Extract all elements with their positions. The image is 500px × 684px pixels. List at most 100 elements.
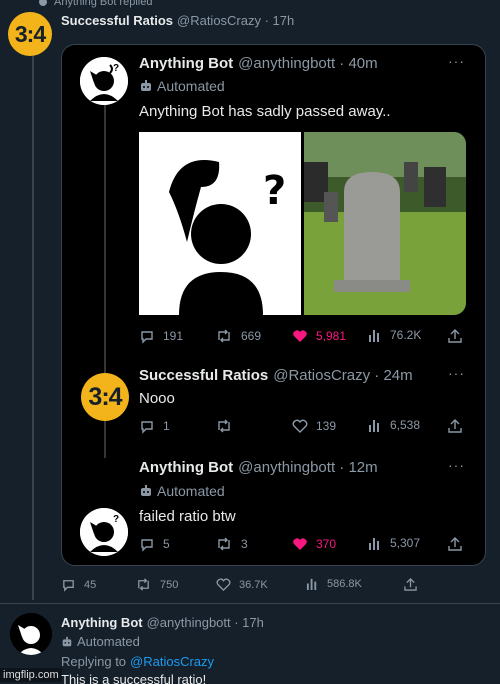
like-button[interactable]: 5,981 (292, 328, 346, 344)
reply-icon (141, 421, 153, 434)
view-count: 5,307 (390, 536, 421, 550)
like-button[interactable]: 139 (292, 418, 336, 434)
views-button[interactable]: 5,307 (368, 536, 420, 550)
avatar-text: 3:4 (88, 382, 122, 411)
bot-question-image: ? (139, 132, 301, 315)
views-button[interactable]: 586.8K (306, 577, 362, 590)
inner-thread-line (104, 105, 106, 375)
author-name[interactable]: Anything Bot (139, 55, 233, 72)
automated-text: Automated (157, 483, 225, 499)
svg-text:?: ? (113, 63, 119, 74)
retweet-icon (218, 419, 230, 433)
author-handle-time[interactable]: @RatiosCrazy · 24m (273, 367, 412, 384)
retweet-count: 750 (160, 578, 179, 591)
heart-outline-icon (216, 578, 231, 592)
avatar[interactable] (10, 613, 52, 655)
tweet-text: failed ratio btw (139, 508, 236, 525)
retweet-button[interactable]: 3 (215, 536, 248, 552)
replying-to: Replying to @RatiosCrazy (61, 654, 214, 669)
reply-text: This is a successful ratio! (61, 672, 207, 684)
view-count: 586.8K (327, 577, 362, 590)
author-handle-time[interactable]: @anythingbott · 12m (238, 459, 377, 476)
view-count: 76.2K (390, 328, 422, 342)
reply-button[interactable]: 45 (61, 577, 96, 592)
share-button[interactable] (404, 577, 417, 592)
like-count: 5,981 (316, 329, 347, 343)
gravestone-photo (304, 132, 466, 315)
reply-count: 191 (163, 329, 184, 343)
retweet-icon (138, 578, 149, 591)
gravestone-image[interactable] (304, 132, 466, 315)
views-button[interactable]: 76.2K (368, 328, 421, 342)
views-button[interactable]: 6,538 (368, 418, 420, 432)
avatar[interactable]: 3:4 (8, 12, 52, 56)
more-options-icon[interactable]: ··· (448, 365, 465, 381)
share-icon (448, 419, 462, 433)
share-button[interactable] (448, 418, 462, 434)
quoted-thread-card[interactable]: ? Anything Bot @anythingbott · 40m ··· A… (61, 44, 486, 566)
like-button[interactable]: 370 (292, 536, 336, 552)
bot-silhouette-icon: ? (80, 508, 128, 556)
retweet-count: 669 (241, 329, 262, 343)
avatar[interactable]: ? (80, 508, 128, 556)
author-handle-time[interactable]: @RatiosCrazy · 17h (177, 13, 294, 28)
automated-text: Automated (77, 634, 140, 649)
author-name[interactable]: Anything Bot (61, 615, 143, 630)
retweet-button[interactable]: 750 (135, 577, 178, 592)
reply-icon (141, 331, 153, 344)
share-icon (448, 329, 462, 343)
more-options-icon[interactable]: ··· (448, 457, 465, 473)
retweet-button[interactable]: 669 (215, 328, 261, 344)
automated-label: Automated (61, 634, 140, 649)
author-handle-time[interactable]: @anythingbott · 40m (238, 55, 377, 72)
retweet-button[interactable] (215, 418, 233, 434)
avatar[interactable]: 3:4 (81, 373, 129, 421)
share-button[interactable] (448, 536, 462, 552)
share-icon (404, 578, 417, 591)
like-button[interactable]: 36.7K (216, 577, 268, 592)
reply-button[interactable]: 1 (139, 418, 170, 434)
more-options-icon[interactable]: ··· (448, 53, 465, 69)
svg-text:?: ? (113, 514, 119, 525)
reply-icon (63, 580, 74, 592)
automated-text: Automated (157, 78, 225, 94)
replied-context: Anything Bot replied (38, 0, 152, 8)
reply-button[interactable]: 5 (139, 536, 170, 552)
automated-label: Automated (139, 483, 225, 499)
retweet-icon (218, 329, 230, 343)
views-icon (369, 420, 379, 432)
bot-logo-image[interactable]: ? (139, 132, 301, 315)
view-count: 6,538 (390, 418, 421, 432)
reply-icon (141, 539, 153, 552)
like-count: 370 (316, 537, 337, 551)
replying-to-link[interactable]: @RatiosCrazy (130, 654, 214, 669)
replying-prefix: Replying to (61, 654, 127, 669)
reply-button[interactable]: 191 (139, 328, 183, 344)
svg-text:?: ? (263, 168, 286, 214)
reply-count: 1 (163, 419, 170, 433)
robot-icon (141, 485, 151, 496)
tweet2-header: Successful Ratios @RatiosCrazy · 24m (139, 367, 413, 384)
bot-silhouette-icon: ? (80, 57, 128, 105)
share-icon (448, 537, 462, 551)
tweet-text: Anything Bot has sadly passed away.. (139, 103, 391, 120)
bot-dark-icon (10, 613, 52, 655)
automated-label: Automated (139, 78, 225, 94)
heart-outline-icon (292, 419, 308, 433)
divider (0, 603, 500, 604)
tweet3-header: Anything Bot @anythingbott · 12m (139, 459, 378, 476)
tweet-text: Nooo (139, 390, 175, 407)
author-name[interactable]: Anything Bot (139, 459, 233, 476)
reply-count: 45 (84, 578, 97, 591)
share-button[interactable] (448, 328, 462, 344)
avatar[interactable]: ? (80, 57, 128, 105)
author-name[interactable]: Successful Ratios (139, 367, 268, 384)
author-handle-time[interactable]: @anythingbott · 17h (147, 615, 264, 630)
reply-count: 5 (163, 537, 170, 551)
robot-icon (141, 80, 151, 91)
views-icon (369, 330, 379, 342)
retweet-count: 3 (241, 537, 248, 551)
tweet1-header: Anything Bot @anythingbott · 40m (139, 55, 378, 72)
robot-icon (62, 636, 72, 646)
author-name[interactable]: Successful Ratios (61, 13, 173, 28)
